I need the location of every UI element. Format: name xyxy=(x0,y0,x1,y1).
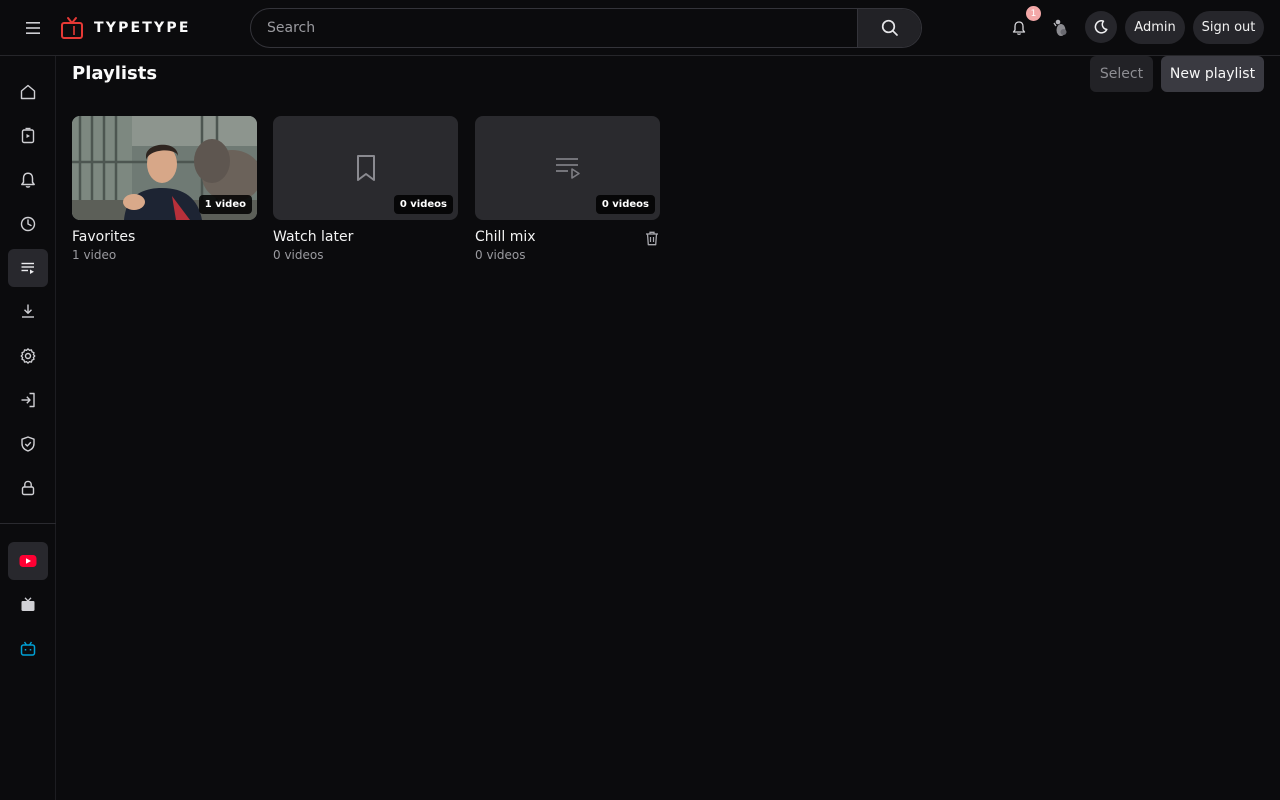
playlist-play-icon xyxy=(555,158,580,179)
search-input[interactable] xyxy=(251,9,857,47)
bookmark-icon xyxy=(356,155,375,181)
bell-icon xyxy=(1012,21,1026,35)
clock-icon xyxy=(20,216,36,232)
sidebar-item-home[interactable] xyxy=(8,73,48,111)
sidebar-item-downloads[interactable] xyxy=(8,292,48,330)
trash-icon xyxy=(646,231,658,245)
subscriptions-icon xyxy=(21,127,35,144)
service-youtube[interactable] xyxy=(8,542,48,580)
sidebar-item-privacy[interactable] xyxy=(8,469,48,507)
playlist-title: Watch later xyxy=(273,229,354,245)
brand-logo[interactable]: TYPETYPE xyxy=(60,15,191,41)
moon-icon xyxy=(1094,20,1108,34)
youtube-icon xyxy=(19,555,37,567)
playlist-video-count: 0 videos xyxy=(475,248,526,262)
tv-logo-icon xyxy=(61,17,83,39)
video-count-badge: 0 videos xyxy=(393,195,453,214)
playlist-thumbnail: 0 videos xyxy=(273,116,458,220)
playlist-card[interactable]: 0 videos Chill mix 0 videos xyxy=(475,116,660,266)
top-header: TYPETYPE 1 Admin Sign out xyxy=(0,0,1280,56)
video-count-badge: 0 videos xyxy=(595,195,655,214)
bell-icon xyxy=(21,172,35,188)
sidebar-item-history[interactable] xyxy=(8,205,48,243)
sidebar-item-notifications[interactable] xyxy=(8,161,48,199)
playlist-thumbnail: 1 video xyxy=(72,116,257,220)
theme-toggle-button[interactable] xyxy=(1085,11,1117,43)
gear-icon xyxy=(20,348,36,364)
sign-out-button[interactable]: Sign out xyxy=(1193,11,1264,44)
playlist-thumbnail: 0 videos xyxy=(475,116,660,220)
playlist-card[interactable]: 1 video Favorites 1 video xyxy=(72,116,257,266)
sidebar-item-admin[interactable] xyxy=(8,425,48,463)
menu-toggle-button[interactable] xyxy=(20,14,46,42)
tv-icon xyxy=(21,597,35,611)
home-icon xyxy=(20,84,36,100)
video-count-badge: 1 video xyxy=(198,195,252,214)
avatar-icon xyxy=(1053,19,1067,36)
user-avatar-button[interactable] xyxy=(1046,13,1076,43)
download-icon xyxy=(22,304,34,318)
sidebar-divider xyxy=(0,523,56,524)
notification-badge: 1 xyxy=(1026,6,1041,21)
playlist-title: Chill mix xyxy=(475,229,536,245)
brand-name: TYPETYPE xyxy=(94,20,191,36)
playlist-video-count: 0 videos xyxy=(273,248,324,262)
admin-button[interactable]: Admin xyxy=(1125,11,1185,44)
bilibili-icon xyxy=(20,641,36,656)
playlist-card[interactable]: 0 videos Watch later 0 videos xyxy=(273,116,458,266)
service-bilibili[interactable] xyxy=(8,630,48,668)
select-button[interactable]: Select xyxy=(1090,56,1153,92)
playlist-title: Favorites xyxy=(72,229,136,245)
playlist-icon xyxy=(21,262,34,274)
service-tv[interactable] xyxy=(8,586,48,624)
lock-icon xyxy=(21,480,35,496)
search-bar xyxy=(250,8,922,48)
sidebar-item-settings[interactable] xyxy=(8,337,48,375)
shield-check-icon xyxy=(21,436,35,452)
search-icon xyxy=(881,19,898,36)
new-playlist-button[interactable]: New playlist xyxy=(1161,56,1264,92)
sidebar-item-playlists[interactable] xyxy=(8,249,48,287)
sidebar-item-subscriptions[interactable] xyxy=(8,117,48,155)
playlist-video-count: 1 video xyxy=(72,248,117,262)
delete-playlist-button[interactable] xyxy=(643,229,661,247)
login-icon xyxy=(21,392,35,408)
hamburger-icon xyxy=(26,22,40,34)
sidebar-item-login[interactable] xyxy=(8,381,48,419)
search-button[interactable] xyxy=(857,9,921,47)
sidebar xyxy=(0,56,56,800)
page-title: Playlists xyxy=(72,63,158,84)
